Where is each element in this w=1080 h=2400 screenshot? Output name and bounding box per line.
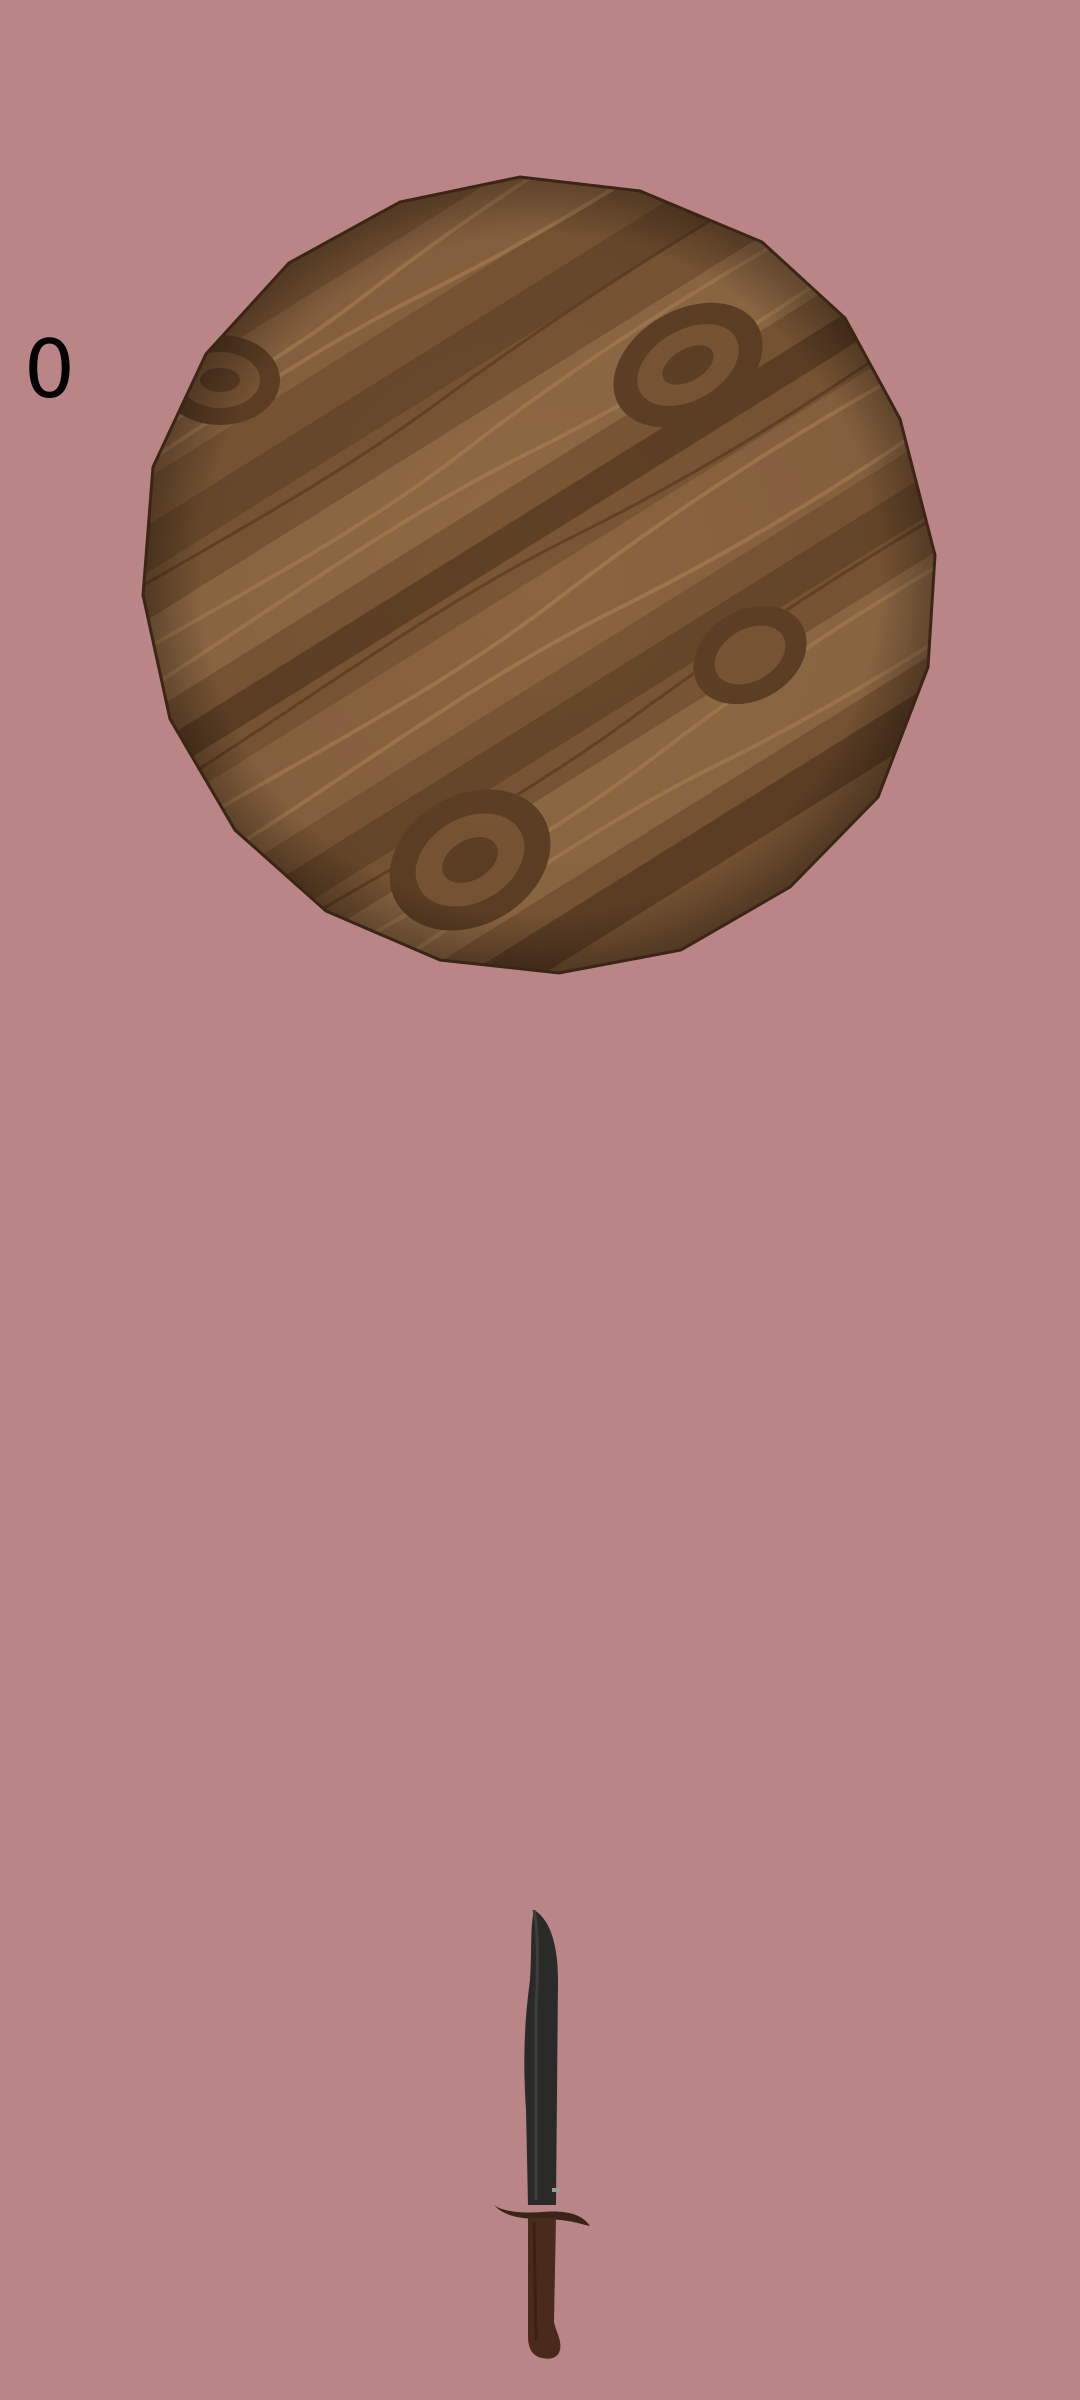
knife-graphic xyxy=(494,1910,590,2359)
wooden-log-target-icon[interactable] xyxy=(140,175,940,975)
knife-icon[interactable] xyxy=(486,1910,606,2370)
knife-blade xyxy=(524,1910,558,2205)
knife-rivet xyxy=(552,2188,560,2192)
log-target-graphic xyxy=(141,175,937,975)
score-counter: 0 xyxy=(24,323,75,416)
